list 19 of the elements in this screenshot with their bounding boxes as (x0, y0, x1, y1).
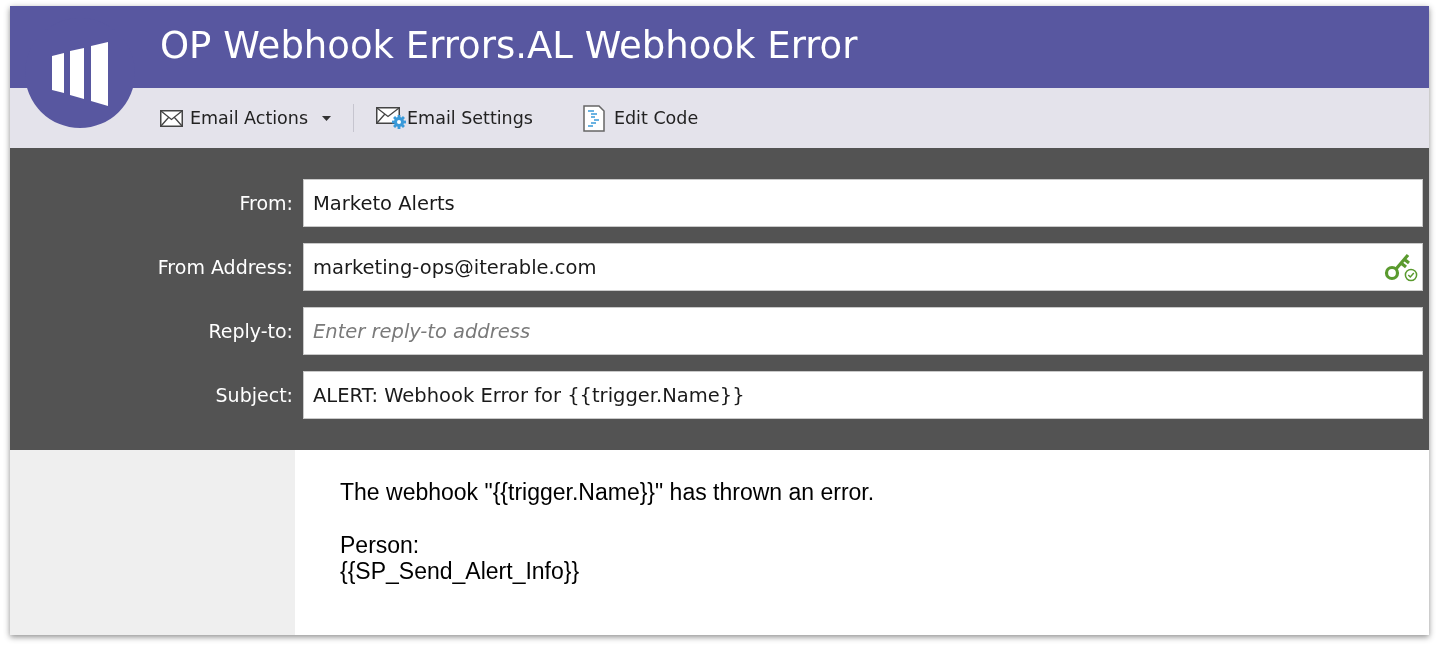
text-field[interactable]: ALERT: Webhook Error for {{trigger.Name}} (303, 371, 1423, 419)
field-label: From Address: (156, 254, 294, 280)
body-text: {{SP_Send_Alert_Info}} (340, 558, 580, 585)
text-field[interactable]: Marketo Alerts (303, 179, 1423, 227)
window-title: OP Webhook Errors.AL Webhook Error (160, 26, 858, 68)
body-text: The webhook "{{trigger.Name}}" has thrown an error. (340, 479, 875, 506)
field-label: Reply-to: (207, 318, 294, 344)
field-label: Subject: (214, 382, 294, 408)
toolbar-button[interactable]: Email Actions (160, 104, 332, 132)
text-field[interactable]: marketing-ops@iterable.com (303, 243, 1423, 291)
code-file-icon (582, 104, 605, 132)
toolbar-button[interactable]: Edit Code (582, 104, 699, 132)
envelope-gear-icon (376, 107, 407, 129)
text-field[interactable]: Enter reply-to address (303, 307, 1423, 355)
body-text: Person: (340, 531, 420, 558)
envelope-icon (160, 109, 183, 127)
caret-icon (322, 115, 332, 121)
field-label: From: (238, 190, 294, 216)
toolbar-button[interactable]: Email Settings (376, 104, 533, 132)
